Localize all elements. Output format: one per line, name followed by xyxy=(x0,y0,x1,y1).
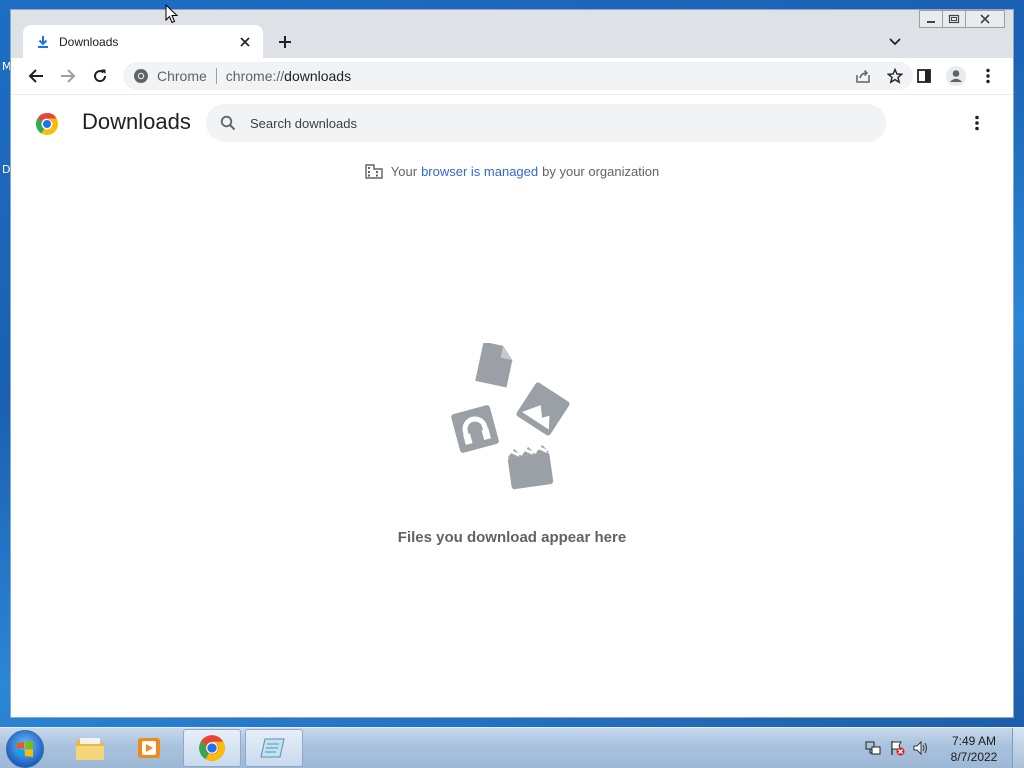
search-input[interactable] xyxy=(250,115,850,131)
tab-downloads[interactable]: Downloads xyxy=(23,25,263,58)
close-button[interactable] xyxy=(965,10,1005,28)
taskbar: 7:49 AM 8/7/2022 xyxy=(0,727,1024,768)
show-desktop-button[interactable] xyxy=(1012,728,1024,768)
side-panel-icon xyxy=(917,69,931,83)
minimize-button[interactable] xyxy=(919,10,943,28)
url-host: downloads xyxy=(284,68,352,84)
empty-downloads-illustration xyxy=(451,343,570,490)
downloads-header: Downloads xyxy=(11,95,1013,151)
document-icon xyxy=(475,343,513,388)
new-tab-button[interactable] xyxy=(273,30,297,54)
clock-time: 7:49 AM xyxy=(951,734,997,748)
taskbar-notepad[interactable] xyxy=(245,729,303,767)
plus-icon xyxy=(279,36,291,48)
volume-icon[interactable] xyxy=(912,740,930,756)
start-button[interactable] xyxy=(6,730,44,768)
minimize-icon xyxy=(927,21,935,23)
caption-buttons xyxy=(919,10,1005,28)
image-icon xyxy=(516,382,570,436)
forward-button[interactable] xyxy=(56,64,80,88)
empty-state-message: Files you download appear here xyxy=(397,529,627,546)
close-icon xyxy=(980,14,990,24)
system-tray xyxy=(864,740,930,756)
divider xyxy=(215,68,217,84)
chrome-menu-button[interactable] xyxy=(976,64,1000,88)
restore-icon xyxy=(948,14,960,24)
windows-logo-icon xyxy=(17,741,33,757)
notepad-icon xyxy=(260,738,285,758)
profile-button[interactable] xyxy=(944,64,968,88)
audio-icon xyxy=(451,405,499,453)
back-button[interactable] xyxy=(24,64,48,88)
action-center-flag-icon[interactable] xyxy=(888,740,906,756)
chevron-down-icon xyxy=(889,38,901,46)
url-scheme: chrome:// xyxy=(225,68,285,84)
folder-icon xyxy=(76,738,104,760)
building-icon xyxy=(365,164,383,179)
star-icon xyxy=(887,68,903,84)
toolbar: Chrome chrome://downloads xyxy=(11,58,1013,94)
managed-suffix: by your organization xyxy=(542,163,660,179)
omnibox-actions xyxy=(851,64,907,88)
chrome-icon xyxy=(134,69,148,83)
taskbar-chrome[interactable] xyxy=(183,729,241,767)
reload-button[interactable] xyxy=(88,64,112,88)
chrome-logo-icon xyxy=(35,112,59,136)
page-title: Downloads xyxy=(82,109,191,134)
page-content: Downloads Your browser is managed by you… xyxy=(11,94,1013,717)
tab-search-button[interactable] xyxy=(885,32,905,52)
downloads-menu-button[interactable] xyxy=(965,111,989,135)
bookmark-button[interactable] xyxy=(883,64,907,88)
reload-icon xyxy=(94,69,107,83)
media-player-icon xyxy=(138,738,160,758)
taskbar-explorer[interactable] xyxy=(61,729,119,767)
maximize-button[interactable] xyxy=(942,10,966,28)
managed-prefix: Your xyxy=(390,163,418,179)
share-button[interactable] xyxy=(851,64,875,88)
tab-title: Downloads xyxy=(59,34,119,49)
share-icon xyxy=(856,69,870,83)
side-panel-button[interactable] xyxy=(912,64,936,88)
search-icon xyxy=(220,115,236,131)
site-chip-label: Chrome xyxy=(157,68,207,84)
clock-date: 8/7/2022 xyxy=(950,750,998,764)
chrome-icon xyxy=(199,735,225,761)
kebab-menu-icon xyxy=(986,68,990,84)
taskbar-media-player[interactable] xyxy=(120,729,178,767)
arrow-right-icon xyxy=(61,69,76,83)
mouse-cursor-icon xyxy=(165,4,179,24)
video-icon xyxy=(507,444,554,490)
title-bar: Downloads xyxy=(11,10,1013,58)
address-bar[interactable]: Chrome chrome://downloads xyxy=(123,62,913,90)
network-icon[interactable] xyxy=(864,740,882,756)
arrow-left-icon xyxy=(28,69,43,83)
chrome-window: Downloads Chrome chrome://downloads Down… xyxy=(10,9,1014,718)
managed-notice: Your browser is managed by your organiza… xyxy=(11,163,1013,179)
managed-link[interactable]: browser is managed xyxy=(421,164,538,179)
download-icon xyxy=(35,34,51,50)
search-box[interactable] xyxy=(206,104,886,142)
tab-close-icon[interactable] xyxy=(237,34,253,50)
kebab-menu-icon xyxy=(975,115,979,131)
url-text: chrome://downloads xyxy=(226,68,351,84)
avatar-icon xyxy=(946,66,966,86)
system-clock[interactable]: 7:49 AM 8/7/2022 xyxy=(944,733,1004,765)
